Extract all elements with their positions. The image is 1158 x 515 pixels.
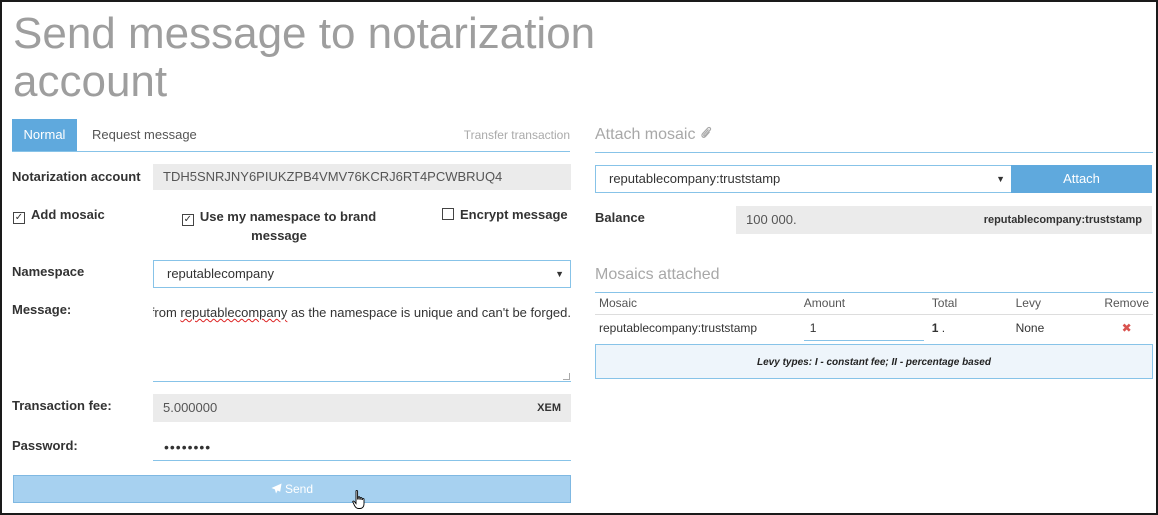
- namespace-label: Namespace: [12, 264, 85, 279]
- account-label: Notarization account: [12, 169, 141, 184]
- levy-types-note: Levy types: I - constant fee; II - perce…: [595, 344, 1153, 379]
- balance-field: 100 000. reputablecompany:truststamp: [736, 206, 1152, 234]
- attach-button[interactable]: Attach: [1011, 165, 1152, 193]
- page-title: Send message to notarization account: [13, 9, 596, 106]
- paperclip-icon: [701, 126, 712, 138]
- namespace-select[interactable]: reputablecompany ▼: [153, 260, 571, 288]
- use-namespace-label: Use my namespace to brand message: [199, 209, 377, 243]
- col-mosaic: Mosaic: [595, 292, 800, 315]
- password-label: Password:: [12, 438, 78, 453]
- hand-cursor-icon: [352, 490, 365, 509]
- amount-input[interactable]: 1: [803, 316, 924, 341]
- unchecked-box-icon: [442, 208, 454, 220]
- message-text: ne from reputablecompany as the namespac…: [153, 305, 571, 320]
- message-textarea[interactable]: ne from reputablecompany as the namespac…: [153, 295, 571, 382]
- table-row: reputablecompany:truststamp 1 1 . None ✖: [595, 315, 1153, 342]
- amount-cell: 1: [800, 315, 928, 342]
- mosaic-select-value: reputablecompany:truststamp: [609, 171, 781, 186]
- mosaics-table: Mosaic Amount Total Levy Remove reputabl…: [595, 292, 1153, 341]
- add-mosaic-label: Add mosaic: [31, 207, 105, 222]
- fee-label: Transaction fee:: [12, 398, 112, 413]
- password-input[interactable]: ••••••••: [153, 433, 571, 461]
- add-mosaic-checkbox[interactable]: ✓ Add mosaic: [13, 207, 105, 224]
- col-total: Total: [927, 292, 1012, 315]
- col-levy: Levy: [1011, 292, 1101, 315]
- use-namespace-checkbox[interactable]: ✓ Use my namespace to brand message: [169, 207, 389, 245]
- window: Send message to notarization account Nor…: [0, 0, 1158, 515]
- tab-request-message[interactable]: Request message: [92, 119, 197, 151]
- send-label: Send: [284, 482, 314, 496]
- caret-down-icon: ▼: [555, 269, 564, 279]
- col-amount: Amount: [799, 292, 928, 315]
- balance-label: Balance: [595, 210, 645, 225]
- fee-field: 5.000000 XEM: [153, 394, 571, 422]
- total-cell: 1 .: [931, 321, 946, 335]
- mosaics-attached-title: Mosaics attached: [595, 266, 1153, 293]
- fee-value: 5.000000: [163, 400, 218, 415]
- tab-normal[interactable]: Normal: [12, 119, 77, 151]
- namespace-value: reputablecompany: [167, 266, 274, 281]
- check-icon: ✓: [13, 212, 25, 224]
- account-field: TDH5SNRJNY6PIUKZPB4VMV76KCRJ6RT4PCWBRUQ4: [153, 164, 571, 190]
- col-remove: Remove: [1100, 292, 1153, 315]
- tab-bar: Normal Request message Transfer transact…: [12, 119, 570, 152]
- check-icon: ✓: [181, 214, 194, 226]
- levy-cell: None: [1015, 321, 1045, 335]
- send-button[interactable]: Send: [13, 475, 571, 503]
- close-icon[interactable]: ✖: [1122, 321, 1132, 335]
- balance-unit: reputablecompany:truststamp: [983, 214, 1142, 226]
- caret-down-icon: ▼: [996, 174, 1005, 184]
- resize-grip-icon[interactable]: [563, 373, 570, 380]
- fee-unit: XEM: [537, 402, 561, 414]
- encrypt-message-label: Encrypt message: [460, 207, 568, 222]
- attach-mosaic-title: Attach mosaic: [595, 126, 1153, 153]
- mosaic-select[interactable]: reputablecompany:truststamp ▼: [595, 165, 1012, 193]
- balance-value: 100 000.: [746, 212, 797, 227]
- encrypt-message-checkbox[interactable]: Encrypt message: [442, 207, 568, 222]
- mosaic-name-cell: reputablecompany:truststamp: [599, 321, 758, 335]
- paper-plane-icon: [271, 483, 282, 494]
- message-label: Message:: [12, 302, 72, 317]
- transaction-type-label: Transfer transaction: [463, 128, 570, 142]
- misspelled-word: reputablecompany: [180, 305, 288, 320]
- remove-cell: ✖: [1100, 315, 1153, 342]
